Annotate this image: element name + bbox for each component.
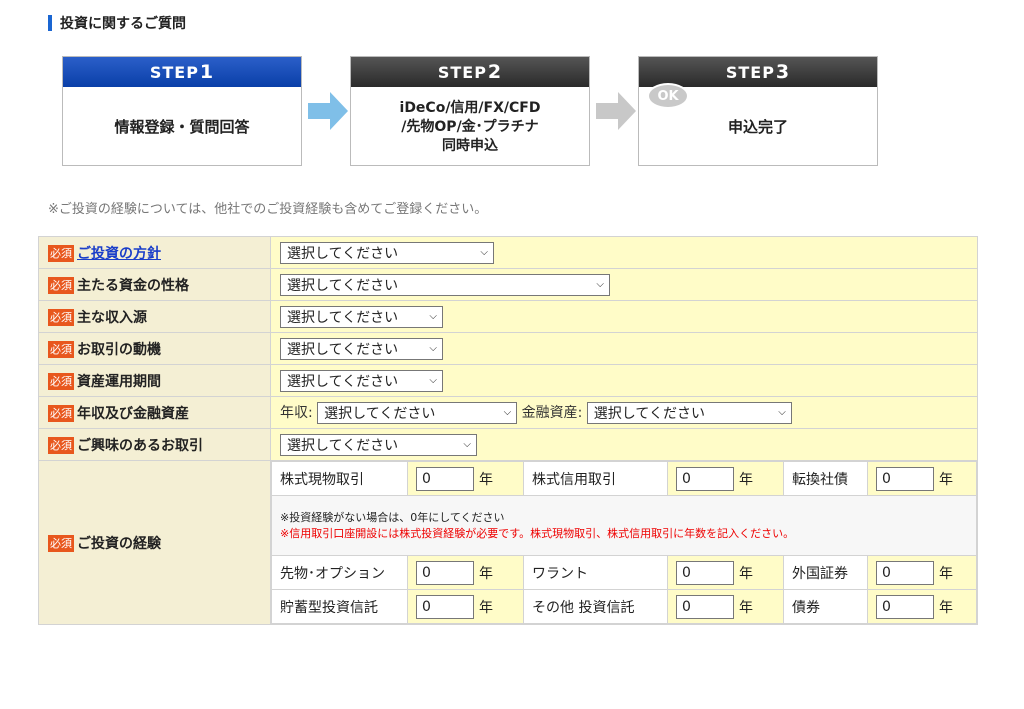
income-source-label: 主な収入源 — [77, 309, 147, 326]
assets-select[interactable]: 選択してください ⌵ — [586, 401, 792, 424]
interested-trade-select[interactable]: 選択してください ⌵ — [280, 433, 477, 456]
required-badge: 必須 — [48, 437, 74, 454]
required-badge: 必須 — [48, 373, 74, 390]
step-2-line-1: iDeCo/信用/FX/CFD — [399, 99, 541, 116]
fund-nature-select[interactable]: 選択してください ⌵ — [280, 273, 610, 296]
investment-period-label: 資産運用期間 — [77, 373, 161, 390]
required-badge: 必須 — [48, 341, 74, 358]
experience-label: ご投資の経験 — [77, 535, 161, 552]
savings-fund-years-input[interactable]: 0 — [416, 594, 474, 619]
interested-trade-label: ご興味のあるお取引 — [77, 437, 203, 454]
investment-period-select[interactable]: 選択してください ⌵ — [280, 369, 443, 392]
other-fund-years-input[interactable]: 0 — [676, 594, 734, 619]
income-select[interactable]: 選択してください ⌵ — [317, 401, 518, 424]
required-badge: 必須 — [48, 309, 74, 326]
step-3-text: 申込完了 — [727, 118, 788, 136]
fund-nature-label: 主たる資金の性格 — [77, 277, 189, 294]
chevron-down-icon: ⌵ — [429, 311, 437, 322]
section-title-text: 投資に関するご質問 — [60, 16, 186, 32]
investment-form: 必須 ご投資の方針 選択してください ⌵ 必須 主たる資金の性格 選択してください ⌵ … — [38, 236, 978, 625]
chevron-down-icon: ⌵ — [480, 247, 488, 258]
chevron-down-icon: ⌵ — [596, 279, 604, 290]
trade-motive-select[interactable]: 選択してください ⌵ — [280, 337, 443, 360]
futures-options-years-input[interactable]: 0 — [416, 560, 474, 585]
arrow-right-icon — [308, 92, 348, 130]
required-badge: 必須 — [48, 535, 74, 552]
step-2-line-2: /先物OP/金･プラチナ — [401, 118, 539, 135]
required-badge: 必須 — [48, 245, 74, 262]
required-badge: 必須 — [48, 277, 74, 294]
required-badge: 必須 — [48, 405, 74, 422]
section-title: 投資に関するご質問 — [48, 14, 186, 32]
investment-policy-link[interactable]: ご投資の方針 — [77, 246, 161, 262]
experience-note-2: ※信用取引口座開設には株式投資経験が必要です。株式現物取引、株式信用取引に年数を… — [280, 526, 795, 540]
step-2: STEP 2 iDeCo/信用/FX/CFD /先物OP/金･プラチナ 同時申込 — [350, 56, 590, 166]
step-progress: STEP 1 情報登録・質問回答 STEP 2 iDeCo/信用/FX/CFD /先… — [62, 56, 882, 166]
title-bar — [48, 15, 52, 31]
ok-badge-icon: OK — [647, 83, 689, 109]
arrow-right-icon — [596, 92, 636, 130]
experience-table: 株式現物取引 0年 株式信用取引 0年 転換社債 0年 ※投資経験がない場合は、… — [271, 461, 977, 624]
step-3: STEP 3 OK 申込完了 — [638, 56, 878, 166]
step-1: STEP 1 情報登録・質問回答 — [62, 56, 302, 166]
chevron-down-icon: ⌵ — [429, 343, 437, 354]
chevron-down-icon: ⌵ — [463, 439, 471, 450]
investment-policy-select[interactable]: 選択してください ⌵ — [280, 241, 494, 264]
chevron-down-icon: ⌵ — [503, 407, 512, 418]
bond-years-input[interactable]: 0 — [876, 594, 934, 619]
assets-label: 金融資産: — [521, 404, 583, 421]
experience-note-1: ※投資経験がない場合は、0年にしてください — [280, 510, 505, 524]
stock-margin-years-input[interactable]: 0 — [676, 466, 734, 491]
experience-note: ※ご投資の経験については、他社でのご投資経験も含めてご登録ください。 — [48, 202, 488, 217]
stock-cash-years-input[interactable]: 0 — [416, 466, 474, 491]
warrant-years-input[interactable]: 0 — [676, 560, 734, 585]
convertible-bond-years-input[interactable]: 0 — [876, 466, 934, 491]
income-source-select[interactable]: 選択してください ⌵ — [280, 305, 443, 328]
income-assets-label: 年収及び金融資産 — [77, 405, 189, 422]
chevron-down-icon: ⌵ — [429, 375, 437, 386]
foreign-securities-years-input[interactable]: 0 — [876, 560, 934, 585]
step-2-line-3: 同時申込 — [442, 137, 498, 154]
trade-motive-label: お取引の動機 — [77, 341, 161, 358]
step-1-text: 情報登録・質問回答 — [114, 118, 250, 136]
chevron-down-icon: ⌵ — [778, 407, 786, 418]
income-label: 年収: — [280, 404, 313, 421]
